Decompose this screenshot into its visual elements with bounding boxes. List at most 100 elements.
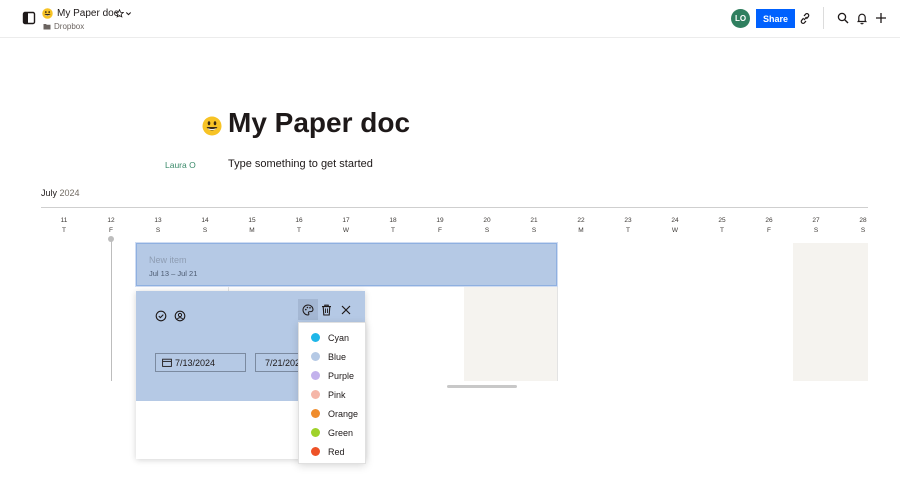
end-date-value: 7/21/2024 bbox=[265, 357, 298, 368]
color-option-label: Green bbox=[328, 427, 354, 438]
sidebar-toggle-icon[interactable] bbox=[22, 11, 36, 25]
timeline-day-weekday: T bbox=[391, 227, 395, 234]
timeline-day-weekday: F bbox=[767, 227, 771, 234]
timeline-day-number: 27 bbox=[812, 217, 820, 224]
doc-title: My Paper doc bbox=[57, 7, 119, 19]
timeline-day-number: 24 bbox=[671, 217, 679, 224]
breadcrumb[interactable]: Dropbox bbox=[43, 22, 84, 31]
star-icon bbox=[115, 8, 124, 18]
timeline-item[interactable]: New item Jul 13 – Jul 21 bbox=[136, 243, 557, 286]
color-option-label: Purple bbox=[328, 370, 355, 381]
person-icon[interactable] bbox=[174, 310, 186, 322]
timeline-day: 15 M bbox=[242, 216, 262, 236]
timeline-day-number: 17 bbox=[342, 217, 350, 224]
timeline-year: 2024 bbox=[59, 188, 80, 198]
timeline-day-weekday: T bbox=[297, 227, 301, 234]
timeline-day-weekday: F bbox=[109, 227, 113, 234]
trash-icon[interactable] bbox=[321, 304, 332, 316]
avatar[interactable]: LO bbox=[731, 9, 750, 28]
timeline-day: 19 F bbox=[430, 216, 450, 236]
timeline-day: 11 T bbox=[54, 216, 74, 236]
timeline-day-weekday: T bbox=[62, 227, 66, 234]
palette-icon bbox=[302, 304, 314, 316]
color-swatch bbox=[311, 447, 320, 456]
timeline-day: 18 T bbox=[383, 216, 403, 236]
color-option-orange[interactable]: Orange bbox=[299, 404, 365, 423]
grid-line bbox=[557, 243, 558, 381]
check-circle-icon[interactable] bbox=[155, 310, 167, 322]
body-placeholder[interactable]: Type something to get started bbox=[228, 158, 373, 170]
color-option-blue[interactable]: Blue bbox=[299, 347, 365, 366]
timeline-day-weekday: W bbox=[671, 227, 679, 234]
color-option-label: Cyan bbox=[328, 332, 350, 343]
timeline-day-number: 19 bbox=[436, 217, 444, 224]
timeline-day: 22 M bbox=[571, 216, 591, 236]
timeline-day: 27 S bbox=[806, 216, 826, 236]
timeline-day-number: 22 bbox=[577, 217, 585, 224]
share-button[interactable]: Share bbox=[756, 9, 795, 28]
timeline-day: 13 S bbox=[148, 216, 168, 236]
today-line bbox=[111, 239, 112, 381]
timeline-day-number: 26 bbox=[765, 217, 773, 224]
timeline-day: 24 W bbox=[665, 216, 685, 236]
start-date-field[interactable]: 7/13/2024 bbox=[155, 353, 246, 372]
timeline-day-weekday: M bbox=[249, 227, 255, 234]
color-swatch bbox=[311, 409, 320, 418]
doc-title-link[interactable]: My Paper doc bbox=[42, 6, 119, 20]
close-icon[interactable] bbox=[341, 305, 351, 315]
timeline-day-weekday: S bbox=[813, 227, 819, 234]
color-option-pink[interactable]: Pink bbox=[299, 385, 365, 404]
timeline-day-number: 18 bbox=[389, 217, 397, 224]
author-label: Laura O bbox=[165, 160, 196, 170]
timeline-day-weekday: T bbox=[626, 227, 630, 234]
color-swatch bbox=[311, 352, 320, 361]
timeline-day-weekday: S bbox=[484, 227, 490, 234]
timeline-day: 23 T bbox=[618, 216, 638, 236]
color-option-green[interactable]: Green bbox=[299, 423, 365, 442]
timeline-day-number: 28 bbox=[859, 217, 867, 224]
timeline-day-weekday: S bbox=[202, 227, 208, 234]
timeline-day: 25 T bbox=[712, 216, 732, 236]
breadcrumb-label: Dropbox bbox=[54, 22, 85, 31]
timeline-day: 12 F bbox=[101, 216, 121, 236]
search-icon[interactable] bbox=[837, 12, 849, 24]
color-swatch bbox=[311, 428, 320, 437]
link-icon[interactable] bbox=[799, 12, 811, 25]
today-marker bbox=[108, 236, 114, 242]
timeline-day-weekday: S bbox=[860, 227, 866, 234]
timeline-day: 26 F bbox=[759, 216, 779, 236]
weekend-column bbox=[793, 243, 868, 381]
timeline-day: 14 S bbox=[195, 216, 215, 236]
timeline-day-weekday: S bbox=[531, 227, 537, 234]
end-date-field[interactable]: 7/21/2024 bbox=[255, 353, 299, 372]
timeline-day-weekday: W bbox=[342, 227, 350, 234]
timeline-day-number: 21 bbox=[530, 217, 538, 224]
plus-icon[interactable] bbox=[875, 12, 887, 24]
timeline-day: 16 T bbox=[289, 216, 309, 236]
color-option-red[interactable]: Red bbox=[299, 442, 365, 461]
timeline-day-number: 13 bbox=[154, 217, 162, 224]
timeline-day: 17 W bbox=[336, 216, 356, 236]
timeline-day-weekday: T bbox=[720, 227, 724, 234]
horizontal-scrollbar[interactable] bbox=[447, 385, 517, 388]
smiley-emoji-icon bbox=[42, 7, 53, 19]
start-date-value: 7/13/2024 bbox=[175, 357, 216, 368]
color-option-label: Pink bbox=[328, 389, 346, 400]
timeline-day-number: 12 bbox=[107, 217, 115, 224]
timeline-day-weekday: M bbox=[578, 227, 584, 234]
color-option-label: Orange bbox=[328, 408, 359, 419]
bell-icon[interactable] bbox=[856, 12, 868, 25]
favorite-button[interactable] bbox=[115, 6, 135, 20]
timeline-day-number: 20 bbox=[483, 217, 491, 224]
color-swatch bbox=[311, 371, 320, 380]
calendar-icon bbox=[162, 358, 172, 367]
color-option-purple[interactable]: Purple bbox=[299, 366, 365, 385]
color-option-cyan[interactable]: Cyan bbox=[299, 328, 365, 347]
page-title[interactable]: My Paper doc bbox=[228, 107, 410, 139]
chevron-down-icon bbox=[125, 11, 132, 15]
divider bbox=[823, 7, 824, 29]
smiley-emoji-icon[interactable] bbox=[202, 116, 222, 136]
timeline-day: 28 S bbox=[853, 216, 873, 236]
timeline-day-number: 11 bbox=[60, 217, 68, 224]
timeline-month-name: July bbox=[41, 188, 58, 198]
